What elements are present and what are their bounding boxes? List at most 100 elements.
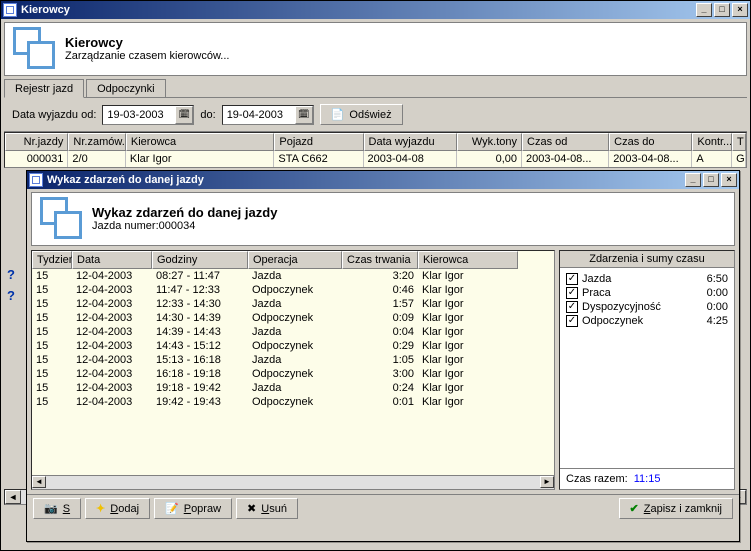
col-godziny[interactable]: Godziny <box>152 251 248 269</box>
col-operacja[interactable]: Operacja <box>248 251 342 269</box>
col-kierowca[interactable]: Kierowca <box>126 133 274 151</box>
event-cell-d: 12-04-2003 <box>72 367 152 381</box>
event-cell-t: 15 <box>32 283 72 297</box>
events-title: Wykaz zdarzeń do danej jazdy <box>47 174 685 186</box>
events-header-panel: Wykaz zdarzeń do danej jazdy Jazda numer… <box>31 192 735 246</box>
help-icon[interactable]: ? <box>7 267 15 282</box>
events-window: Wykaz zdarzeń do danej jazdy _ □ × Wykaz… <box>26 170 740 542</box>
scroll-right-button[interactable]: ► <box>540 476 554 488</box>
event-cell-g: 12:33 - 14:30 <box>152 297 248 311</box>
events-grid: Tydzień Data Godziny Operacja Czas trwan… <box>31 250 555 490</box>
event-row[interactable]: 1512-04-200308:27 - 11:47Jazda3:20Klar I… <box>32 269 554 283</box>
event-row[interactable]: 1512-04-200312:33 - 14:30Jazda1:57Klar I… <box>32 297 554 311</box>
event-row[interactable]: 1512-04-200314:30 - 14:39Odpoczynek0:09K… <box>32 311 554 325</box>
skanuj-button[interactable]: 📷 S <box>33 498 81 519</box>
col-data[interactable]: Data <box>72 251 152 269</box>
close-button[interactable]: × <box>732 3 748 17</box>
sum-value: 0:00 <box>688 287 728 299</box>
dodaj-button[interactable]: ✦ Dodaj <box>85 498 150 519</box>
maximize-button[interactable]: □ <box>714 3 730 17</box>
cell-nrz: 2/0 <box>68 151 125 167</box>
event-cell-g: 14:30 - 14:39 <box>152 311 248 325</box>
event-cell-k: Klar Igor <box>418 325 518 339</box>
event-cell-g: 16:18 - 19:18 <box>152 367 248 381</box>
col-t[interactable]: T <box>732 133 746 151</box>
minimize-button[interactable]: _ <box>685 173 701 187</box>
event-cell-d: 12-04-2003 <box>72 339 152 353</box>
sum-checkbox[interactable]: ✓ <box>566 315 578 327</box>
events-hscroll[interactable]: ◄ ► <box>32 475 554 489</box>
cell-co: 2003-04-08... <box>522 151 609 167</box>
grid-row[interactable]: 000031 2/0 Klar Igor STA C662 2003-04-08… <box>5 151 746 167</box>
sum-label: Jazda <box>582 273 684 285</box>
camera-icon: 📷 <box>44 502 58 515</box>
logo-icon <box>13 27 55 69</box>
event-cell-d: 12-04-2003 <box>72 283 152 297</box>
col-pojazd[interactable]: Pojazd <box>274 133 363 151</box>
event-cell-g: 15:13 - 16:18 <box>152 353 248 367</box>
col-data-wyjazdu[interactable]: Data wyjazdu <box>364 133 457 151</box>
event-cell-o: Jazda <box>248 381 342 395</box>
help-icon[interactable]: ? <box>7 288 15 303</box>
date-from-picker-button[interactable]: 🗓 <box>175 106 193 124</box>
col-czas-od[interactable]: Czas od <box>522 133 609 151</box>
sum-row: ✓Dyspozycyjność0:00 <box>566 300 728 314</box>
tab-odpoczynki[interactable]: Odpoczynki <box>86 79 165 97</box>
event-cell-t: 15 <box>32 297 72 311</box>
main-title: Kierowcy <box>21 4 696 16</box>
tab-rejestr-jazd[interactable]: Rejestr jazd <box>4 79 84 98</box>
popraw-button[interactable]: 📝 Popraw <box>154 498 232 519</box>
label-date-to: do: <box>200 109 215 121</box>
sum-checkbox[interactable]: ✓ <box>566 273 578 285</box>
refresh-icon: 📄 <box>331 108 345 121</box>
cell-kon: A <box>692 151 732 167</box>
col-czas-do[interactable]: Czas do <box>609 133 692 151</box>
event-cell-k: Klar Igor <box>418 297 518 311</box>
event-cell-g: 14:43 - 15:12 <box>152 339 248 353</box>
maximize-button[interactable]: □ <box>703 173 719 187</box>
event-cell-t: 15 <box>32 381 72 395</box>
zapisz-zamknij-button[interactable]: ✔ Zapisz i zamknij <box>619 498 733 519</box>
col-tydzien[interactable]: Tydzień <box>32 251 72 269</box>
event-cell-ct: 0:09 <box>342 311 418 325</box>
col-kierowca[interactable]: Kierowca <box>418 251 518 269</box>
col-kontr[interactable]: Kontr... <box>692 133 732 151</box>
scroll-left-button[interactable]: ◄ <box>5 490 21 504</box>
event-row[interactable]: 1512-04-200316:18 - 19:18Odpoczynek3:00K… <box>32 367 554 381</box>
sum-value: 6:50 <box>688 273 728 285</box>
date-to-input[interactable] <box>223 107 295 123</box>
event-cell-ct: 3:00 <box>342 367 418 381</box>
plus-icon: ✦ <box>96 502 105 515</box>
date-to-picker-button[interactable]: 🗓 <box>295 106 313 124</box>
main-titlebar[interactable]: Kierowcy _ □ × <box>1 1 750 19</box>
events-titlebar[interactable]: Wykaz zdarzeń do danej jazdy _ □ × <box>27 171 739 189</box>
event-row[interactable]: 1512-04-200315:13 - 16:18Jazda1:05Klar I… <box>32 353 554 367</box>
delete-icon: ✖ <box>247 502 256 515</box>
col-nr-zamow[interactable]: Nr.zamów. <box>68 133 125 151</box>
usun-button[interactable]: ✖ Usuń <box>236 498 298 519</box>
event-cell-k: Klar Igor <box>418 395 518 409</box>
event-row[interactable]: 1512-04-200311:47 - 12:33Odpoczynek0:46K… <box>32 283 554 297</box>
refresh-button[interactable]: 📄 Odśwież <box>320 104 403 125</box>
event-cell-t: 15 <box>32 395 72 409</box>
app-icon <box>3 3 17 17</box>
date-from-input[interactable] <box>103 107 175 123</box>
col-wyk-tony[interactable]: Wyk.tony <box>457 133 522 151</box>
main-grid: Nr.jazdy Nr.zamów. Kierowca Pojazd Data … <box>4 132 747 168</box>
event-cell-o: Odpoczynek <box>248 339 342 353</box>
event-cell-g: 19:18 - 19:42 <box>152 381 248 395</box>
window-icon <box>29 173 43 187</box>
col-czas-trwania[interactable]: Czas trwania <box>342 251 418 269</box>
event-row[interactable]: 1512-04-200319:42 - 19:43Odpoczynek0:01K… <box>32 395 554 409</box>
event-row[interactable]: 1512-04-200319:18 - 19:42Jazda0:24Klar I… <box>32 381 554 395</box>
event-row[interactable]: 1512-04-200314:39 - 14:43Jazda0:04Klar I… <box>32 325 554 339</box>
close-button[interactable]: × <box>721 173 737 187</box>
event-row[interactable]: 1512-04-200314:43 - 15:12Odpoczynek0:29K… <box>32 339 554 353</box>
sum-checkbox[interactable]: ✓ <box>566 301 578 313</box>
event-cell-t: 15 <box>32 339 72 353</box>
col-nr-jazdy[interactable]: Nr.jazdy <box>5 133 68 151</box>
minimize-button[interactable]: _ <box>696 3 712 17</box>
sum-checkbox[interactable]: ✓ <box>566 287 578 299</box>
event-cell-ct: 0:24 <box>342 381 418 395</box>
scroll-left-button[interactable]: ◄ <box>32 476 46 488</box>
